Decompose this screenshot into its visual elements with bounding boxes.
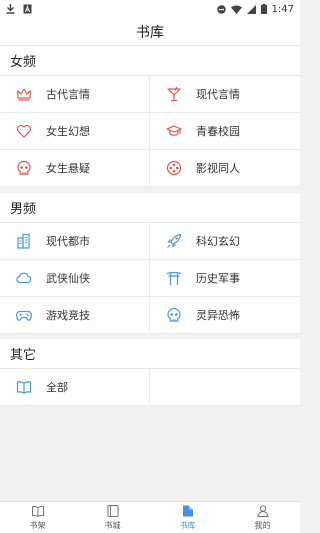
status-bar: 1:47 (0, 0, 300, 18)
signal-icon (246, 4, 256, 14)
category-label: 影视同人 (196, 162, 240, 175)
download-icon (6, 4, 15, 14)
section-title: 女频 (0, 46, 300, 76)
category-wuxia-xianxia[interactable]: 武侠仙侠 (0, 260, 150, 297)
tab-label: 我的 (254, 521, 271, 530)
gate-icon (166, 270, 182, 286)
category-label: 女生悬疑 (46, 162, 90, 175)
wifi-icon (230, 5, 242, 14)
bookshelf-icon (31, 504, 45, 518)
cocktail-icon (166, 86, 182, 102)
category-label: 古代言情 (46, 88, 90, 101)
category-label: 武侠仙侠 (46, 272, 90, 285)
heart-icon (16, 123, 32, 139)
category-xiandai-dushi[interactable]: 现代都市 (0, 223, 150, 260)
category-label: 青春校园 (196, 125, 240, 138)
do-not-disturb-icon (216, 4, 226, 14)
film-reel-icon (166, 160, 182, 176)
category-all[interactable]: 全部 (0, 369, 150, 406)
category-yingshi-tongren[interactable]: 影视同人 (150, 150, 300, 187)
category-label: 灵异恐怖 (196, 309, 240, 322)
crown-icon (16, 86, 32, 102)
tab-bookstore[interactable]: 书城 (75, 502, 150, 533)
skull-icon (16, 160, 32, 176)
category-label: 全部 (46, 381, 68, 394)
section-male: 男频 现代都市 科幻玄幻 武侠仙侠 历史军事 游戏竞技 灵异恐怖 (0, 193, 300, 334)
rocket-icon (166, 233, 182, 249)
bottom-tab-bar: 书架 书城 书库 我的 (0, 501, 300, 533)
battery-icon (260, 4, 267, 14)
category-youxi-jingji[interactable]: 游戏竞技 (0, 297, 150, 334)
category-label: 现代言情 (196, 88, 240, 101)
notification-a-icon (23, 4, 32, 14)
category-nvsheng-xuanyi[interactable]: 女生悬疑 (0, 150, 150, 187)
ghost-skull-icon (166, 307, 182, 323)
cloud-icon (16, 270, 32, 286)
tab-label: 书库 (179, 521, 196, 530)
section-other: 其它 全部 (0, 339, 300, 406)
category-label: 现代都市 (46, 235, 90, 248)
open-book-icon (16, 379, 32, 395)
tab-profile[interactable]: 我的 (225, 502, 300, 533)
gamepad-icon (16, 307, 32, 323)
category-xiandai-yanqing[interactable]: 现代言情 (150, 76, 300, 113)
section-title: 其它 (0, 339, 300, 369)
empty-cell (150, 369, 300, 406)
tab-label: 书城 (104, 521, 121, 530)
category-qingchun-xiaoyuan[interactable]: 青春校园 (150, 113, 300, 150)
category-kehuan-xuanhuan[interactable]: 科幻玄幻 (150, 223, 300, 260)
graduation-cap-icon (166, 123, 182, 139)
tab-bookshelf[interactable]: 书架 (0, 502, 75, 533)
category-label: 科幻玄幻 (196, 235, 240, 248)
category-label: 女生幻想 (46, 125, 90, 138)
city-buildings-icon (16, 233, 32, 249)
page-title: 书库 (136, 24, 164, 41)
category-nvsheng-huanxiang[interactable]: 女生幻想 (0, 113, 150, 150)
category-lingyi-kongbu[interactable]: 灵异恐怖 (150, 297, 300, 334)
category-gudai-yanqing[interactable]: 古代言情 (0, 76, 150, 113)
category-label: 历史军事 (196, 272, 240, 285)
section-female: 女频 古代言情 现代言情 女生幻想 青春校园 女生悬疑 影视同人 (0, 46, 300, 187)
bookstore-icon (106, 504, 120, 518)
tab-library[interactable]: 书库 (150, 502, 225, 533)
page-title-bar: 书库 (0, 18, 300, 46)
category-lishi-junshi[interactable]: 历史军事 (150, 260, 300, 297)
tab-label: 书架 (29, 521, 46, 530)
library-icon (181, 504, 195, 518)
status-time: 1:47 (271, 3, 294, 15)
profile-icon (256, 504, 270, 518)
section-title: 男频 (0, 193, 300, 223)
category-label: 游戏竞技 (46, 309, 90, 322)
